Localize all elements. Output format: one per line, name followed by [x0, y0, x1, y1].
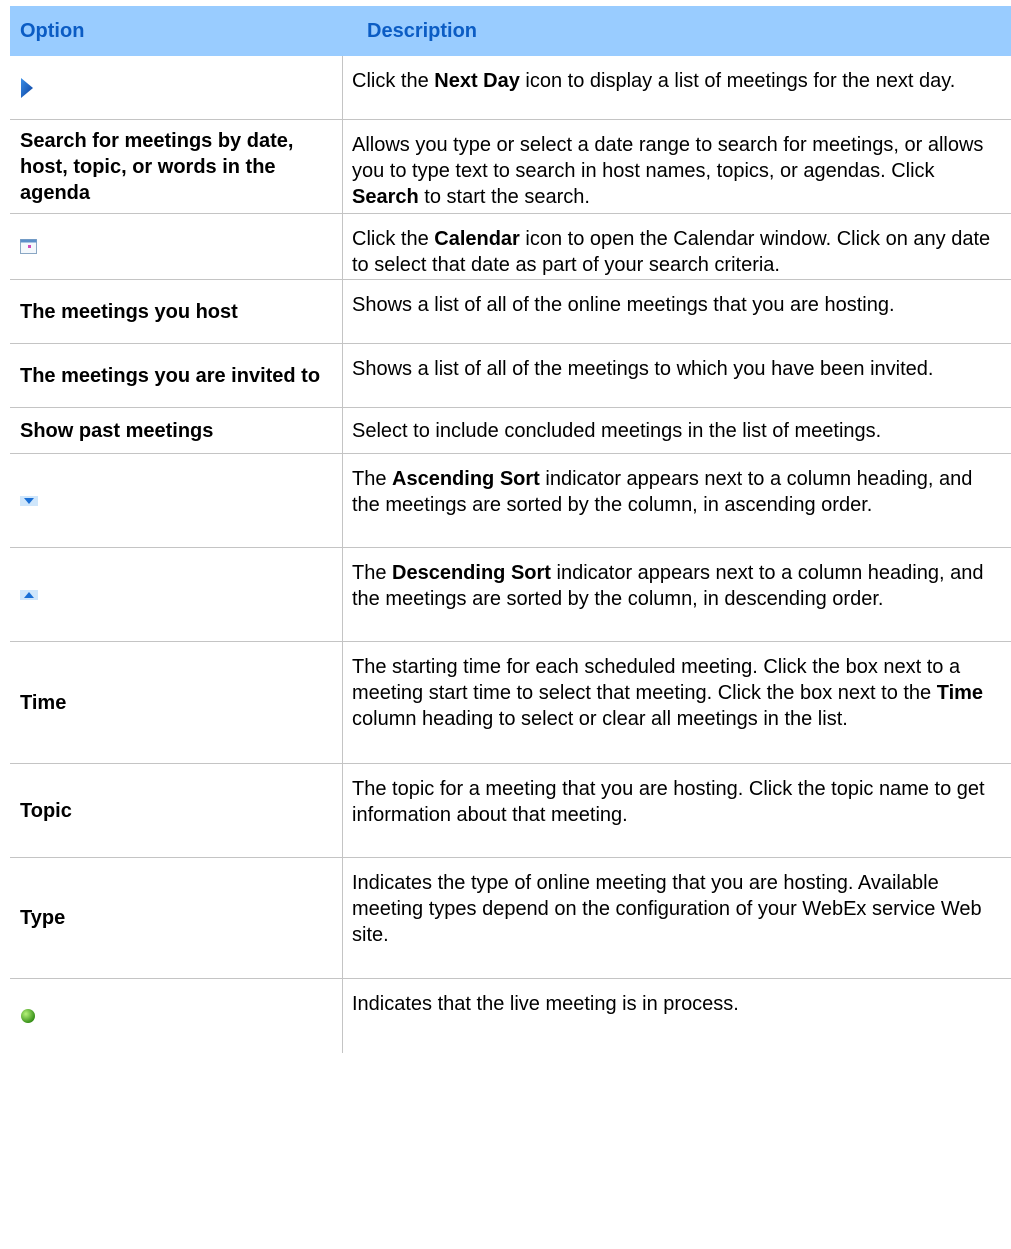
- emphasized-term: Ascending Sort: [392, 468, 540, 490]
- calendar-icon: [20, 239, 37, 254]
- emphasized-term: Time: [936, 682, 984, 704]
- option-cell: Topic: [10, 764, 343, 857]
- option-cell: The meetings you host: [10, 280, 343, 343]
- description-cell: Indicates the type of online meeting tha…: [343, 858, 1011, 978]
- option-cell: [10, 56, 343, 119]
- table-row: The meetings you are invited to Shows a l…: [10, 344, 1011, 408]
- option-label: Type: [20, 907, 66, 929]
- description-text: Indicates that the live meeting is in pr…: [352, 993, 739, 1015]
- option-label: Topic: [20, 799, 72, 822]
- table-row: The Descending Sort indicator appears ne…: [10, 548, 1011, 642]
- description-cell: The Descending Sort indicator appears ne…: [343, 548, 1011, 641]
- option-label: Show past meetings: [20, 419, 214, 442]
- option-cell: The meetings you are invited to: [10, 344, 343, 407]
- option-cell: Search for meetings by date, host, topic…: [10, 120, 343, 213]
- option-cell: Show past meetings: [10, 408, 343, 453]
- table-row: Indicates that the live meeting is in pr…: [10, 979, 1011, 1053]
- next-day-arrow-icon: [20, 77, 34, 99]
- description-text: Shows a list of all of the online meetin…: [352, 294, 895, 316]
- options-table: Option Description Click the Next Day ic…: [10, 6, 1011, 1053]
- description-cell: Allows you type or select a date range t…: [343, 120, 1011, 213]
- table-row: Type Indicates the type of online meeting…: [10, 858, 1011, 979]
- option-cell: [10, 214, 343, 279]
- description-text: Click the Calendar icon to open the Cale…: [352, 228, 991, 276]
- description-cell: The topic for a meeting that you are hos…: [343, 764, 1011, 857]
- emphasized-term: Search: [352, 186, 419, 208]
- description-text: The Ascending Sort indicator appears nex…: [352, 468, 973, 516]
- option-label: The meetings you are invited to: [20, 364, 321, 387]
- table-row: The meetings you host Shows a list of all…: [10, 280, 1011, 344]
- description-text: The Descending Sort indicator appears ne…: [352, 562, 984, 610]
- option-label: Search for meetings by date, host, topic…: [20, 129, 294, 204]
- description-cell: Select to include concluded meetings in …: [343, 408, 1011, 453]
- description-cell: Indicates that the live meeting is in pr…: [343, 979, 1011, 1053]
- description-text: Select to include concluded meetings in …: [352, 419, 882, 442]
- description-text: Allows you type or select a date range t…: [352, 134, 984, 208]
- table-row: Click the Next Day icon to display a lis…: [10, 56, 1011, 120]
- table-row: Search for meetings by date, host, topic…: [10, 120, 1011, 214]
- table-row: Time The starting time for each scheduled…: [10, 642, 1011, 764]
- description-cell: Shows a list of all of the meetings to w…: [343, 344, 1011, 407]
- option-cell: [10, 979, 343, 1053]
- description-cell: Click the Calendar icon to open the Cale…: [343, 214, 1011, 279]
- description-cell: Click the Next Day icon to display a lis…: [343, 56, 1011, 119]
- option-cell: [10, 454, 343, 547]
- emphasized-term: Descending Sort: [392, 562, 551, 584]
- emphasized-term: Next Day: [434, 70, 520, 92]
- description-text: Click the Next Day icon to display a lis…: [352, 70, 956, 92]
- table-header: Option Description: [10, 6, 1011, 56]
- table-row: Click the Calendar icon to open the Cale…: [10, 214, 1011, 280]
- table-row: Show past meetings Select to include conc…: [10, 408, 1011, 454]
- option-column-header: Option: [20, 19, 85, 42]
- option-cell: Type: [10, 858, 343, 978]
- description-text: Shows a list of all of the meetings to w…: [352, 358, 934, 380]
- option-label: The meetings you host: [20, 300, 238, 323]
- option-label: Time: [20, 691, 67, 714]
- description-text: The topic for a meeting that you are hos…: [352, 778, 985, 826]
- option-cell: [10, 548, 343, 641]
- description-cell: The Ascending Sort indicator appears nex…: [343, 454, 1011, 547]
- live-meeting-status-icon: [20, 1008, 36, 1024]
- table-row: Topic The topic for a meeting that you ar…: [10, 764, 1011, 858]
- description-text: Indicates the type of online meeting tha…: [352, 872, 982, 946]
- emphasized-term: Calendar: [434, 228, 520, 250]
- ascending-sort-icon: [20, 495, 38, 506]
- description-cell: Shows a list of all of the online meetin…: [343, 280, 1011, 343]
- description-column-header: Description: [367, 19, 478, 42]
- descending-sort-icon: [20, 589, 38, 600]
- table-row: The Ascending Sort indicator appears nex…: [10, 454, 1011, 548]
- description-cell: The starting time for each scheduled mee…: [343, 642, 1011, 763]
- description-text: The starting time for each scheduled mee…: [352, 656, 984, 730]
- option-cell: Time: [10, 642, 343, 763]
